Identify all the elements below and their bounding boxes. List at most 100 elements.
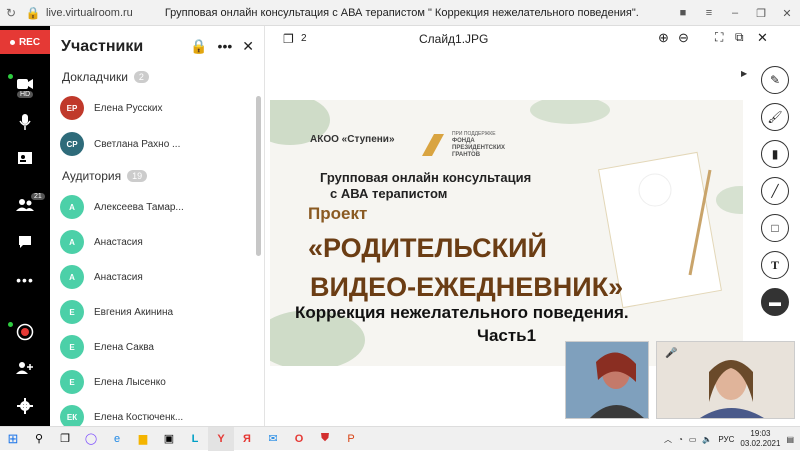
windows-start-icon[interactable]: ⊞ — [0, 427, 26, 451]
taskbar: ⊞ ⚲ ❐ ◯ e ▆ ▣ L Y Я ✉ O ⛊ P ︿ ◔ ▭ 🔈 РУС … — [0, 426, 800, 451]
reload-icon[interactable]: ↻ — [0, 6, 22, 20]
rec-dot-icon — [9, 39, 15, 45]
marker-tool[interactable]: ▮ — [761, 140, 789, 168]
participant-row[interactable]: СР Светлана Рахно ... — [60, 130, 250, 158]
zoom-in-icon[interactable]: ⊕ — [658, 30, 669, 46]
microphone-button[interactable] — [0, 106, 50, 138]
video-tile-1[interactable] — [565, 341, 649, 419]
minimize-icon[interactable]: – — [722, 7, 748, 19]
search-icon[interactable]: ⚲ — [26, 427, 52, 451]
menu-icon[interactable]: ≡ — [696, 7, 722, 19]
pages-icon[interactable]: ❐ — [283, 32, 294, 46]
window-controls: ■ ≡ – ❐ ✕ — [670, 0, 800, 26]
participant-name: Евгения Акинина — [94, 306, 174, 318]
volume-icon[interactable]: 🔈 — [702, 435, 712, 444]
record-active-dot — [8, 322, 13, 327]
support-label: ПРИ ПОДДЕРЖКЕ — [452, 131, 496, 137]
line-icon: ╱ — [771, 184, 779, 198]
clock[interactable]: 19:03 03.02.2021 — [740, 429, 780, 449]
slide-org: АКОО «Ступени» — [310, 134, 395, 145]
yandex-browser-icon[interactable]: Y — [208, 426, 234, 451]
language-indicator[interactable]: РУС — [718, 435, 734, 444]
chat-button[interactable] — [0, 226, 50, 258]
chat-icon — [19, 236, 31, 248]
screen-share-button[interactable] — [0, 142, 50, 174]
slide-project: Проект — [308, 204, 368, 223]
gear-icon — [17, 398, 33, 414]
add-user-icon — [16, 362, 33, 374]
participant-row[interactable]: ЕР Елена Русских — [60, 94, 250, 122]
restore-icon[interactable]: ❐ — [748, 7, 774, 20]
participant-name: Светлана Рахно ... — [94, 138, 181, 150]
participant-row[interactable]: А Анастасия — [60, 228, 250, 256]
rec-button[interactable]: REC — [0, 30, 50, 54]
more-icon[interactable]: ••• — [218, 38, 233, 55]
speakers-label: Докладчики — [62, 70, 128, 84]
slide-subtitle: Коррекция нежелательного поведения. — [295, 303, 629, 322]
zoom-out-icon[interactable]: ⊖ — [678, 30, 689, 46]
fit-screen-icon[interactable]: ⛶ — [715, 30, 723, 45]
avatar: ЕР — [60, 96, 84, 120]
participants-button[interactable]: 21 — [0, 189, 50, 221]
whiteboard-tool[interactable]: ▬ — [761, 288, 789, 316]
participants-scrollbar[interactable] — [256, 96, 261, 256]
record-button[interactable] — [0, 316, 50, 348]
speakers-section: Докладчики 2 — [62, 70, 149, 84]
participants-title: Участники — [61, 38, 144, 55]
screen-share-icon — [18, 152, 32, 164]
text-tool[interactable]: T — [761, 251, 789, 279]
close-icon[interactable]: ✕ — [774, 7, 800, 20]
settings-button[interactable] — [0, 390, 50, 422]
notifications-icon[interactable]: ▤ — [786, 435, 794, 444]
add-user-button[interactable] — [0, 352, 50, 384]
participant-name: Елена Русских — [94, 102, 163, 114]
pen-tool[interactable]: ✎ — [761, 66, 789, 94]
edge-icon[interactable]: e — [104, 427, 130, 451]
presentation-toolbar: ❐ 2 Слайд1.JPG ⊕ ⊖ ⛶ ⧉ ✕ — [265, 26, 800, 52]
opera-icon[interactable]: O — [286, 427, 312, 451]
close-icon[interactable]: ✕ — [757, 30, 768, 46]
mail-icon[interactable]: ✉ — [260, 427, 286, 451]
panel-header-actions: 🔒 ••• ✕ — [190, 38, 254, 55]
drawing-tools: ✎ 🖌 ▮ ╱ □ T ▬ — [755, 66, 795, 346]
fund-name: ФОНДА ПРЕЗИДЕНТСКИХ ГРАНТОВ — [452, 138, 505, 158]
address-bar[interactable]: live.virtualroom.ru — [46, 7, 133, 19]
tray-arrow-icon[interactable]: ︿ — [664, 434, 672, 445]
camera-icon[interactable]: ■ — [670, 7, 696, 19]
brush-tool[interactable]: 🖌 — [761, 103, 789, 131]
slide-image: АКОО «Ступени» ПРИ ПОДДЕРЖКЕ ФОНДА ПРЕЗИ… — [270, 100, 743, 366]
pdf-icon[interactable]: ⛊ — [312, 427, 338, 451]
line-tool[interactable]: ╱ — [761, 177, 789, 205]
participant-row[interactable]: А Алексеева Тамар... — [60, 193, 250, 221]
participant-row[interactable]: Е Елена Лысенко — [60, 368, 250, 396]
avatar: Е — [60, 370, 84, 394]
slide-line-1: Групповая онлайн консультация — [320, 170, 532, 185]
person-video-icon: 🎤 — [657, 342, 794, 418]
collapse-arrow-icon[interactable]: ▶ — [741, 69, 747, 78]
video-tile-2[interactable]: 🎤 — [656, 341, 795, 419]
close-icon[interactable]: ✕ — [242, 38, 254, 55]
lock-icon[interactable]: 🔒 — [22, 6, 44, 20]
clock-date: 03.02.2021 — [740, 439, 781, 448]
rectangle-tool[interactable]: □ — [761, 214, 789, 242]
microphone-icon — [19, 114, 31, 130]
lock-icon[interactable]: 🔒 — [190, 38, 207, 55]
yandex-icon[interactable]: Я — [234, 427, 260, 451]
app-l-icon[interactable]: L — [182, 427, 208, 451]
camera-button[interactable]: HD — [0, 68, 50, 100]
participant-row[interactable]: А Анастасия — [60, 263, 250, 291]
crop-icon[interactable]: ⧉ — [735, 30, 744, 45]
folder-icon[interactable]: ▆ — [130, 427, 156, 451]
tray-app-icon[interactable]: ◔ — [678, 435, 683, 444]
person-video-icon — [566, 342, 648, 418]
task-view-icon[interactable]: ❐ — [52, 427, 78, 451]
tray-network-icon[interactable]: ▭ — [689, 435, 697, 444]
powerpoint-icon[interactable]: P — [338, 427, 364, 451]
store-icon[interactable]: ▣ — [156, 427, 182, 451]
participant-row[interactable]: Е Евгения Акинина — [60, 298, 250, 326]
whiteboard-icon: ▬ — [769, 295, 781, 309]
alice-icon[interactable]: ◯ — [78, 427, 104, 451]
participant-row[interactable]: Е Елена Саква — [60, 333, 250, 361]
more-button[interactable]: ••• — [0, 264, 50, 296]
participant-name: Алексеева Тамар... — [94, 201, 184, 213]
